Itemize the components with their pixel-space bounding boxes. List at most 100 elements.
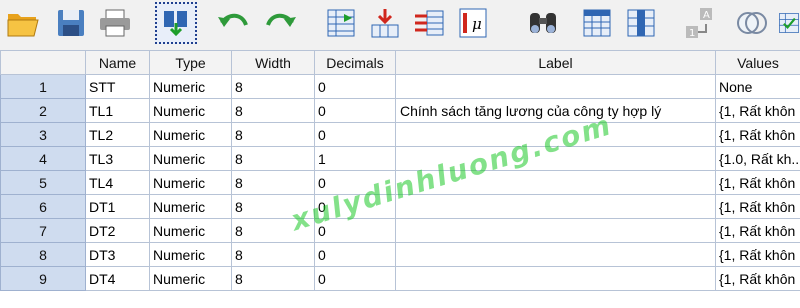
values-cell[interactable]: {1, Rất khôn [715,218,800,243]
column-header-type[interactable]: Type [149,50,232,75]
values-cell[interactable]: {1, Rất khôn [715,194,800,219]
variable-view-grid: Name Type Width Decimals Label Values 1S… [0,50,800,291]
goto-variable-icon[interactable] [366,4,404,42]
width-cell[interactable]: 8 [231,74,315,99]
type-cell[interactable]: Numeric [149,194,232,219]
table-row: 6 DT1 Numeric 8 0 {1, Rất khôn [0,194,800,219]
column-header-name[interactable]: Name [85,50,150,75]
print-icon[interactable] [96,4,134,42]
label-cell[interactable] [395,122,716,147]
insert-variable-icon[interactable] [622,4,660,42]
svg-text:1: 1 [689,28,695,39]
table-row: 8 DT3 Numeric 8 0 {1, Rất khôn [0,242,800,267]
values-cell[interactable]: {1, Rất khôn [715,266,800,291]
type-cell[interactable]: Numeric [149,266,232,291]
svg-text:μ: μ [472,15,482,33]
decimals-cell[interactable]: 0 [314,74,396,99]
type-cell[interactable]: Numeric [149,218,232,243]
split-file-icon[interactable]: A1 [680,4,718,42]
name-cell[interactable]: DT3 [85,242,150,267]
row-number[interactable]: 6 [0,194,86,219]
svg-text:A: A [703,10,710,21]
values-cell[interactable]: None [715,74,800,99]
label-cell[interactable] [395,194,716,219]
values-cell[interactable]: {1.0, Rất kh... [715,146,800,171]
undo-icon[interactable] [214,4,252,42]
decimals-cell[interactable]: 0 [314,266,396,291]
type-cell[interactable]: Numeric [149,122,232,147]
insert-cases-icon[interactable] [578,4,616,42]
decimals-cell[interactable]: 1 [314,146,396,171]
name-cell[interactable]: TL4 [85,170,150,195]
table-row: 2 TL1 Numeric 8 0 Chính sách tăng lương của c… [0,98,800,123]
label-cell[interactable] [395,146,716,171]
table-row: 3 TL2 Numeric 8 0 {1, Rất khôn [0,122,800,147]
table-row: 5 TL4 Numeric 8 0 {1, Rất khôn [0,170,800,195]
width-cell[interactable]: 8 [231,146,315,171]
name-cell[interactable]: DT2 [85,218,150,243]
label-cell[interactable] [395,170,716,195]
decimals-cell[interactable]: 0 [314,194,396,219]
column-header-width[interactable]: Width [231,50,315,75]
width-cell[interactable]: 8 [231,194,315,219]
decimals-cell[interactable]: 0 [314,98,396,123]
label-cell[interactable]: Chính sách tăng lương của công ty hợp lý [395,98,716,123]
row-number[interactable]: 7 [0,218,86,243]
values-cell[interactable]: {1, Rất khôn [715,242,800,267]
row-number[interactable]: 2 [0,98,86,123]
name-cell[interactable]: DT1 [85,194,150,219]
name-cell[interactable]: TL1 [85,98,150,123]
toolbar: μ A1 [0,0,800,51]
row-number[interactable]: 4 [0,146,86,171]
redo-icon[interactable] [262,4,300,42]
type-cell[interactable]: Numeric [149,146,232,171]
decimals-cell[interactable]: 0 [314,170,396,195]
width-cell[interactable]: 8 [231,98,315,123]
row-number[interactable]: 9 [0,266,86,291]
save-icon[interactable] [52,4,90,42]
values-cell[interactable]: {1, Rất khôn [715,122,800,147]
name-cell[interactable]: TL3 [85,146,150,171]
decimals-cell[interactable]: 0 [314,122,396,147]
select-cases-icon[interactable] [778,4,800,42]
table-row: 7 DT2 Numeric 8 0 {1, Rất khôn [0,218,800,243]
decimals-cell[interactable]: 0 [314,242,396,267]
column-header-label[interactable]: Label [395,50,716,75]
goto-case-icon[interactable] [322,4,360,42]
label-cell[interactable] [395,242,716,267]
label-cell[interactable] [395,218,716,243]
table-row: 1 STT Numeric 8 0 None [0,74,800,99]
width-cell[interactable]: 8 [231,122,315,147]
grid-corner[interactable] [0,50,86,75]
width-cell[interactable]: 8 [231,242,315,267]
row-number[interactable]: 8 [0,242,86,267]
type-cell[interactable]: Numeric [149,170,232,195]
name-cell[interactable]: DT4 [85,266,150,291]
variables-icon[interactable] [410,4,448,42]
row-number[interactable]: 3 [0,122,86,147]
column-header-values[interactable]: Values [715,50,800,75]
table-row: 4 TL3 Numeric 8 1 {1.0, Rất kh... [0,146,800,171]
width-cell[interactable]: 8 [231,170,315,195]
width-cell[interactable]: 8 [231,218,315,243]
recall-dialog-icon[interactable] [155,2,197,44]
run-descriptives-icon[interactable]: μ [454,4,492,42]
name-cell[interactable]: STT [85,74,150,99]
find-icon[interactable] [524,4,562,42]
type-cell[interactable]: Numeric [149,98,232,123]
column-header-decimals[interactable]: Decimals [314,50,396,75]
values-cell[interactable]: {1, Rất khôn [715,170,800,195]
name-cell[interactable]: TL2 [85,122,150,147]
weight-cases-icon[interactable] [733,4,771,42]
type-cell[interactable]: Numeric [149,242,232,267]
row-number[interactable]: 5 [0,170,86,195]
open-folder-icon[interactable] [4,4,42,42]
label-cell[interactable] [395,74,716,99]
values-cell[interactable]: {1, Rất khôn [715,98,800,123]
decimals-cell[interactable]: 0 [314,218,396,243]
width-cell[interactable]: 8 [231,266,315,291]
type-cell[interactable]: Numeric [149,74,232,99]
label-cell[interactable] [395,266,716,291]
row-number[interactable]: 1 [0,74,86,99]
table-row: 9 DT4 Numeric 8 0 {1, Rất khôn [0,266,800,291]
